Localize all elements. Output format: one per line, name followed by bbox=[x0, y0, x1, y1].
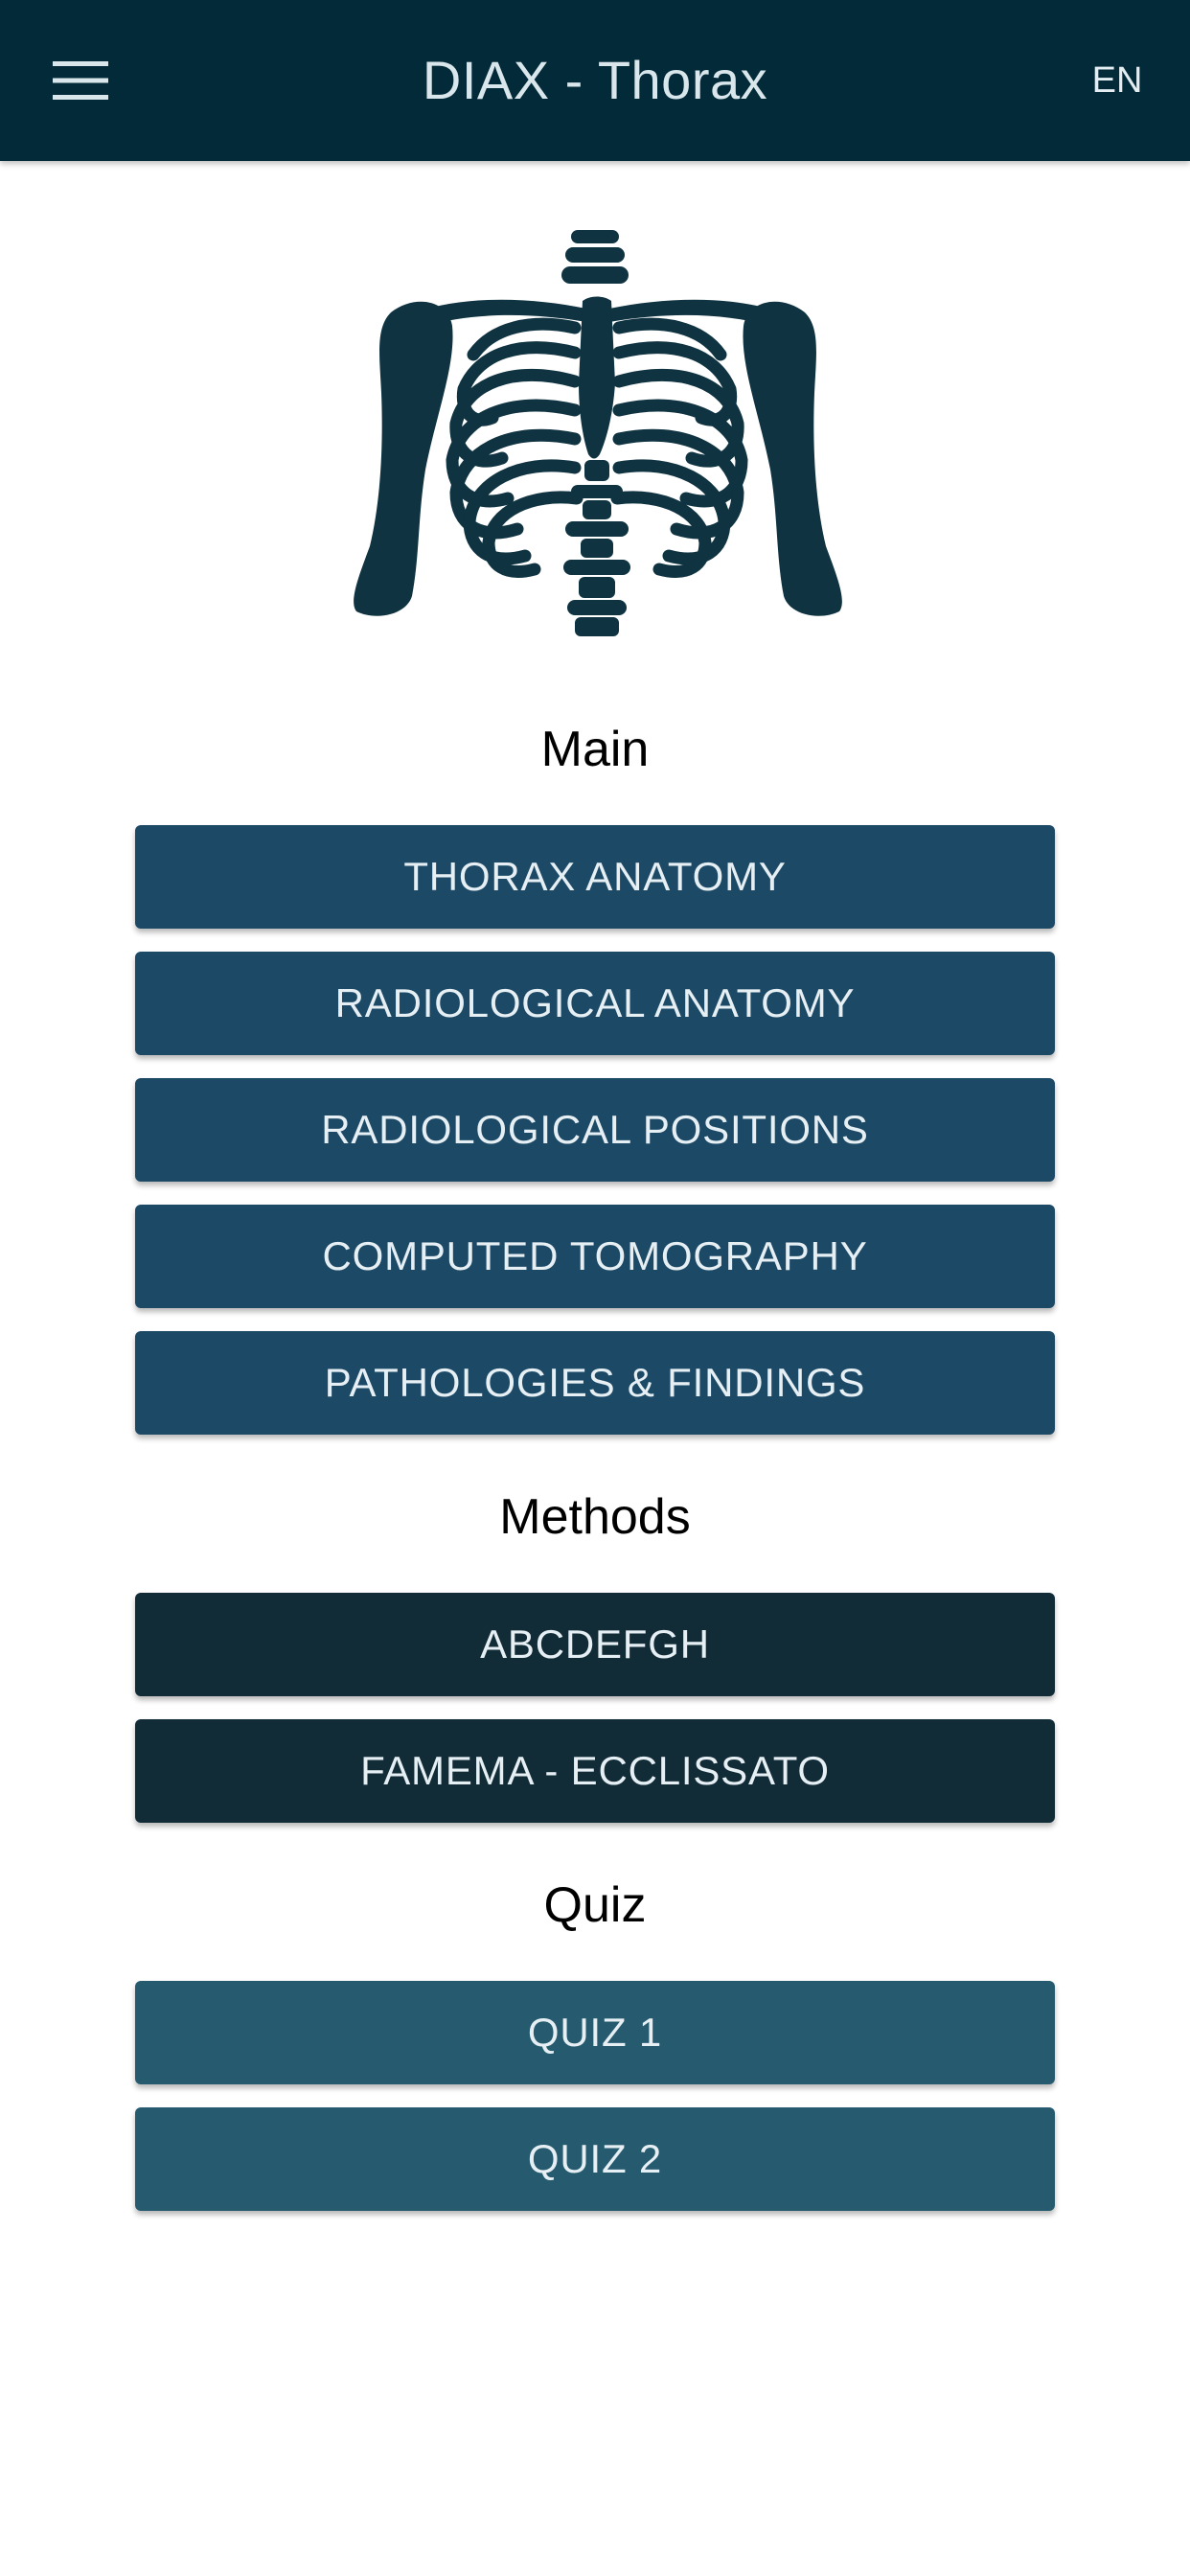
radiological-positions-button[interactable]: RADIOLOGICAL POSITIONS bbox=[135, 1078, 1055, 1182]
app-title: DIAX - Thorax bbox=[422, 50, 768, 110]
app-screen: DIAX - Thorax EN Main THORAX ANATOMY RAD… bbox=[0, 0, 1190, 2576]
language-selector[interactable]: EN bbox=[1079, 42, 1156, 119]
section-heading-methods: Methods bbox=[499, 1489, 691, 1545]
pathologies-findings-button[interactable]: PATHOLOGIES & FINDINGS bbox=[135, 1331, 1055, 1435]
quiz-1-button[interactable]: QUIZ 1 bbox=[135, 1981, 1055, 2084]
thorax-anatomy-button[interactable]: THORAX ANATOMY bbox=[135, 825, 1055, 929]
app-bar: DIAX - Thorax EN bbox=[0, 0, 1190, 161]
section-heading-quiz: Quiz bbox=[543, 1877, 647, 1933]
famema-ecclissato-button[interactable]: FAMEMA - ECCLISSATO bbox=[135, 1719, 1055, 1823]
section-heading-main: Main bbox=[540, 722, 650, 777]
quiz-2-button[interactable]: QUIZ 2 bbox=[135, 2107, 1055, 2211]
computed-tomography-button[interactable]: COMPUTED TOMOGRAPHY bbox=[135, 1205, 1055, 1308]
abcdefgh-button[interactable]: ABCDEFGH bbox=[135, 1593, 1055, 1696]
ribcage-skeleton-illustration bbox=[354, 230, 842, 636]
radiological-anatomy-button[interactable]: RADIOLOGICAL ANATOMY bbox=[135, 952, 1055, 1055]
